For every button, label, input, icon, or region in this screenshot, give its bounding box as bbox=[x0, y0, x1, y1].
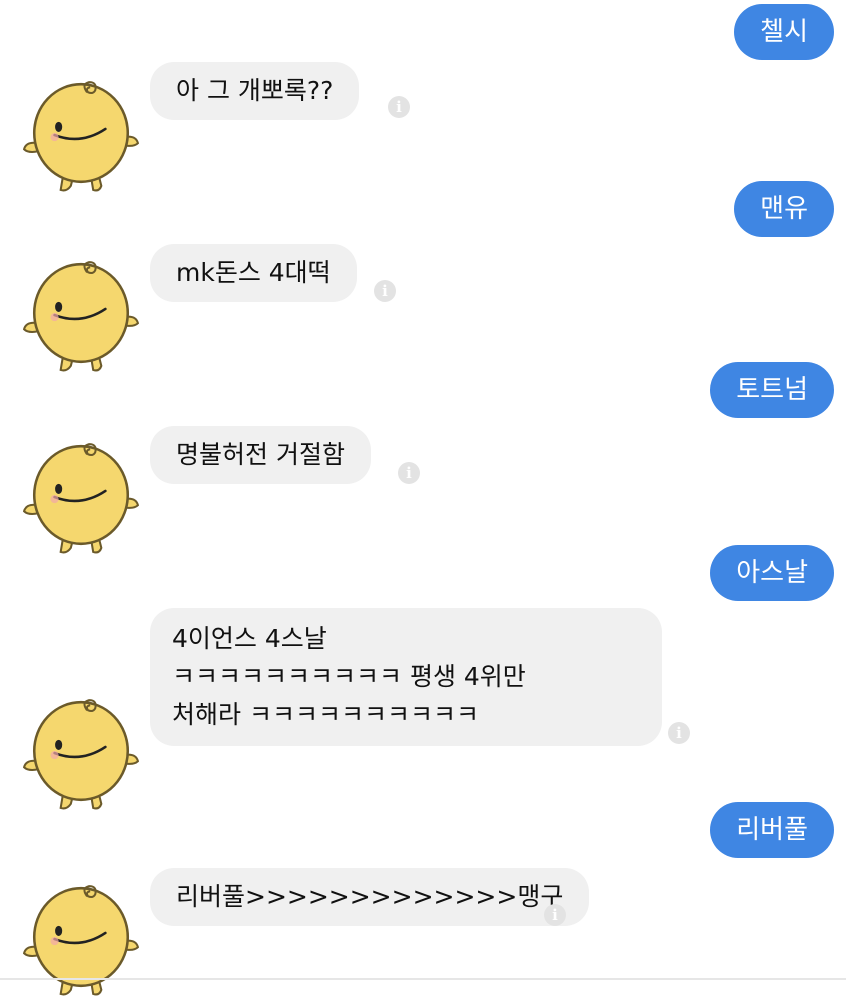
bot-message-bubble: 명불허전 거절함 bbox=[150, 426, 371, 484]
bot-message-bubble: mk돈스 4대떡 bbox=[150, 244, 357, 302]
bot-message-bubble: 아 그 개뽀록?? bbox=[150, 62, 360, 120]
user-message: 아스날 bbox=[710, 545, 834, 601]
info-icon[interactable]: i bbox=[668, 722, 690, 744]
user-message: 리버풀 bbox=[710, 802, 834, 858]
info-icon[interactable]: i bbox=[398, 462, 420, 484]
bot-message-bubble: 리버풀>>>>>>>>>>>>>맹구 bbox=[150, 868, 590, 926]
user-message: 토트넘 bbox=[710, 362, 834, 418]
bot-avatar bbox=[22, 261, 140, 372]
bot-avatar bbox=[22, 443, 140, 554]
info-icon[interactable]: i bbox=[374, 280, 396, 302]
user-message: 첼시 bbox=[734, 4, 834, 60]
info-icon[interactable]: i bbox=[388, 96, 410, 118]
bot-avatar bbox=[22, 699, 140, 810]
bot-avatar bbox=[22, 81, 140, 192]
info-icon[interactable]: i bbox=[544, 904, 566, 926]
chat-log: 첼시 아 그 개뽀록?? i 맨유 mk돈스 4대떡 i 토트넘 명불허전 거절… bbox=[0, 0, 846, 996]
bot-message-bubble: 4이언스 4스날 ㅋㅋㅋㅋㅋㅋㅋㅋㅋㅋ 평생 4위만 처해라 ㅋㅋㅋㅋㅋㅋㅋㅋㅋ… bbox=[150, 608, 662, 746]
user-message: 맨유 bbox=[734, 181, 834, 237]
